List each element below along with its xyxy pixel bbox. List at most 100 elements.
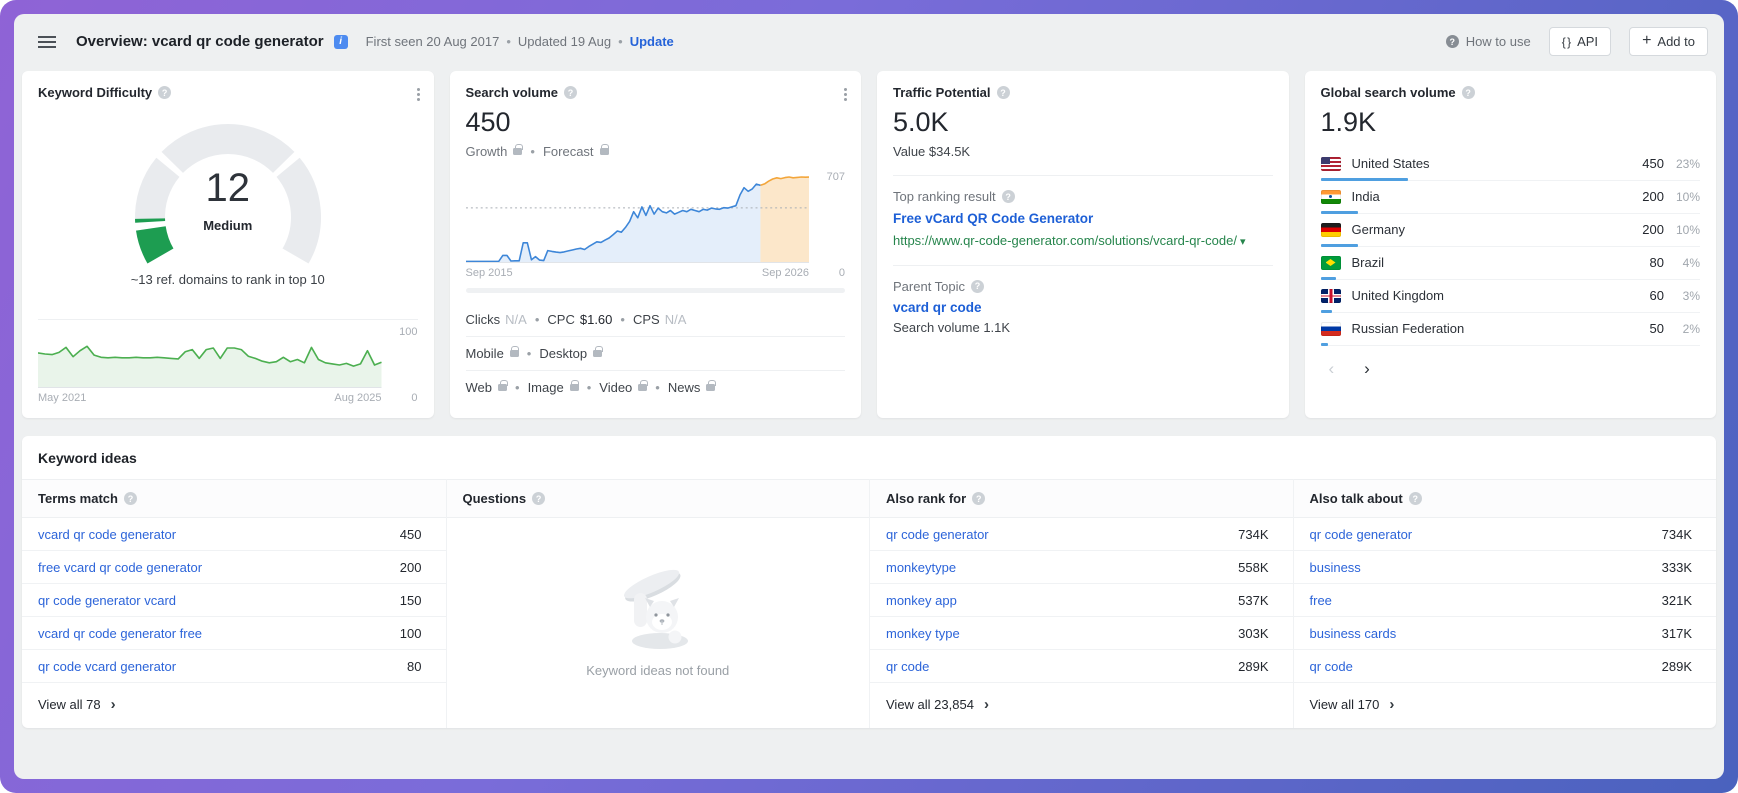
lock-icon — [510, 350, 519, 357]
keyword-idea-row: monkeytype558K — [870, 551, 1293, 584]
keyword-link[interactable]: vcard qr code generator free — [38, 626, 202, 641]
keyword-link[interactable]: free — [1310, 593, 1332, 608]
keyword-link[interactable]: business — [1310, 560, 1361, 575]
view-all-link[interactable]: View all 23,854 › — [870, 683, 1293, 728]
pager-prev-icon[interactable]: ‹ — [1329, 360, 1335, 377]
help-icon[interactable]: ? — [124, 492, 137, 505]
api-button[interactable]: { } API — [1549, 27, 1611, 56]
view-all-link[interactable]: View all 170 › — [1294, 683, 1717, 728]
card-title: Keyword Difficulty — [38, 85, 152, 100]
keyword-ideas-section: Keyword ideas Terms match ? vcard qr cod… — [22, 436, 1716, 728]
keyword-volume: 289K — [1662, 659, 1692, 674]
help-icon[interactable]: ? — [1409, 492, 1422, 505]
keyword-link[interactable]: qr code generator — [1310, 527, 1413, 542]
country-row[interactable]: India 200 10% — [1321, 181, 1701, 214]
lock-icon — [706, 384, 715, 391]
country-name: United Kingdom — [1352, 288, 1621, 303]
how-to-use-link[interactable]: ? How to use — [1446, 34, 1531, 49]
country-row[interactable]: Brazil 80 4% — [1321, 247, 1701, 280]
keyword-link[interactable]: vcard qr code generator — [38, 527, 176, 542]
country-row[interactable]: United Kingdom 60 3% — [1321, 280, 1701, 313]
traffic-potential-value: 5.0K — [893, 107, 1273, 138]
kd-history: 100 0 May 2021 Aug 2025 — [38, 330, 418, 404]
keyword-idea-row: qr code generator vcard150 — [22, 584, 446, 617]
pager-next-icon[interactable]: › — [1364, 360, 1370, 377]
keyword-idea-row: monkey app537K — [870, 584, 1293, 617]
url-caret-icon[interactable]: ▾ — [1240, 236, 1246, 248]
help-icon[interactable]: ? — [1462, 86, 1475, 99]
country-volume: 50 — [1620, 321, 1664, 336]
keyword-link[interactable]: monkeytype — [886, 560, 956, 575]
kebab-menu-icon[interactable] — [844, 93, 847, 96]
keyword-idea-row: free vcard qr code generator 200 — [22, 551, 446, 584]
country-volume: 200 — [1620, 222, 1664, 237]
empty-state: Keyword ideas not found — [447, 518, 870, 728]
page-title: Overview: vcard qr code generator — [76, 33, 324, 50]
divider — [893, 265, 1273, 266]
questions-column: Questions ? — [446, 479, 870, 728]
lock-icon — [498, 384, 507, 391]
keyword-link[interactable]: qr code — [1310, 659, 1353, 674]
country-share-bar — [1321, 343, 1329, 346]
top-ranking-link[interactable]: Free vCard QR Code Generator — [893, 211, 1273, 226]
info-icon[interactable]: i — [334, 35, 348, 49]
help-icon[interactable]: ? — [972, 492, 985, 505]
help-icon[interactable]: ? — [971, 280, 984, 293]
keyword-link[interactable]: qr code generator vcard — [38, 593, 176, 608]
keyword-volume: 289K — [1238, 659, 1268, 674]
stat-label: CPS — [633, 312, 660, 327]
help-icon[interactable]: ? — [158, 86, 171, 99]
lock-icon — [593, 350, 602, 357]
country-row[interactable]: Russian Federation 50 2% — [1321, 313, 1701, 346]
column-rows: qr code generator734Kmonkeytype558Kmonke… — [870, 518, 1293, 683]
help-icon[interactable]: ? — [532, 492, 545, 505]
view-all-label: View all 23,854 — [886, 697, 974, 712]
kebab-menu-icon[interactable] — [417, 93, 420, 96]
kd-gauge: 12 Medium — [112, 118, 344, 270]
column-header: Also rank for ? — [870, 479, 1293, 518]
column-header: Terms match ? — [22, 479, 446, 518]
top-ranking-url[interactable]: https://www.qr-code-generator.com/soluti… — [893, 232, 1273, 251]
keyword-link[interactable]: qr code — [886, 659, 929, 674]
keyword-link[interactable]: monkey app — [886, 593, 957, 608]
keyword-link[interactable]: qr code generator — [886, 527, 989, 542]
column-rows: vcard qr code generator450free vcard qr … — [22, 518, 446, 683]
help-icon[interactable]: ? — [564, 86, 577, 99]
keyword-link[interactable]: monkey type — [886, 626, 960, 641]
country-flag-icon — [1321, 289, 1341, 303]
stat-value: $1.60 — [580, 312, 613, 327]
help-icon[interactable]: ? — [1002, 190, 1015, 203]
keyword-idea-row: qr code 289K — [1294, 650, 1717, 683]
y-axis-min-label: 0 — [411, 392, 417, 404]
country-name: Brazil — [1352, 255, 1621, 270]
first-seen-text: First seen 20 Aug 2017 — [366, 34, 500, 49]
update-link[interactable]: Update — [630, 34, 674, 49]
country-percent: 23% — [1664, 157, 1700, 171]
y-axis-min-label: 0 — [839, 267, 845, 279]
keyword-meta: First seen 20 Aug 2017 • Updated 19 Aug … — [366, 34, 674, 49]
keyword-idea-row: vcard qr code generator free100 — [22, 617, 446, 650]
keyword-link[interactable]: free vcard qr code generator — [38, 560, 202, 575]
keyword-link[interactable]: business cards — [1310, 626, 1397, 641]
parent-topic-link[interactable]: vcard qr code — [893, 300, 1273, 315]
menu-icon[interactable] — [38, 41, 56, 43]
country-row[interactable]: Germany 200 10% — [1321, 214, 1701, 247]
keyword-volume: 200 — [400, 560, 422, 575]
forecast-label[interactable]: Forecast — [543, 144, 594, 159]
plus-icon: + — [1642, 33, 1650, 49]
chart-scroll-strip[interactable] — [466, 288, 846, 293]
keyword-volume: 317K — [1662, 626, 1692, 641]
stat-row: Web•Image•Video•News — [466, 371, 846, 404]
help-icon[interactable]: ? — [997, 86, 1010, 99]
growth-label[interactable]: Growth — [466, 144, 508, 159]
keyword-idea-row: qr code 289K — [870, 650, 1293, 683]
add-to-button[interactable]: + Add to — [1629, 27, 1708, 56]
keyword-link[interactable]: qr code vcard generator — [38, 659, 176, 674]
keyword-idea-row: free321K — [1294, 584, 1717, 617]
how-to-use-label: How to use — [1466, 34, 1531, 49]
view-all-link[interactable]: View all 78 › — [22, 683, 446, 728]
separator-dot: • — [535, 312, 540, 327]
column-header: Also talk about ? — [1294, 479, 1717, 518]
separator-dot: • — [655, 380, 660, 395]
country-row[interactable]: United States 450 23% — [1321, 148, 1701, 181]
